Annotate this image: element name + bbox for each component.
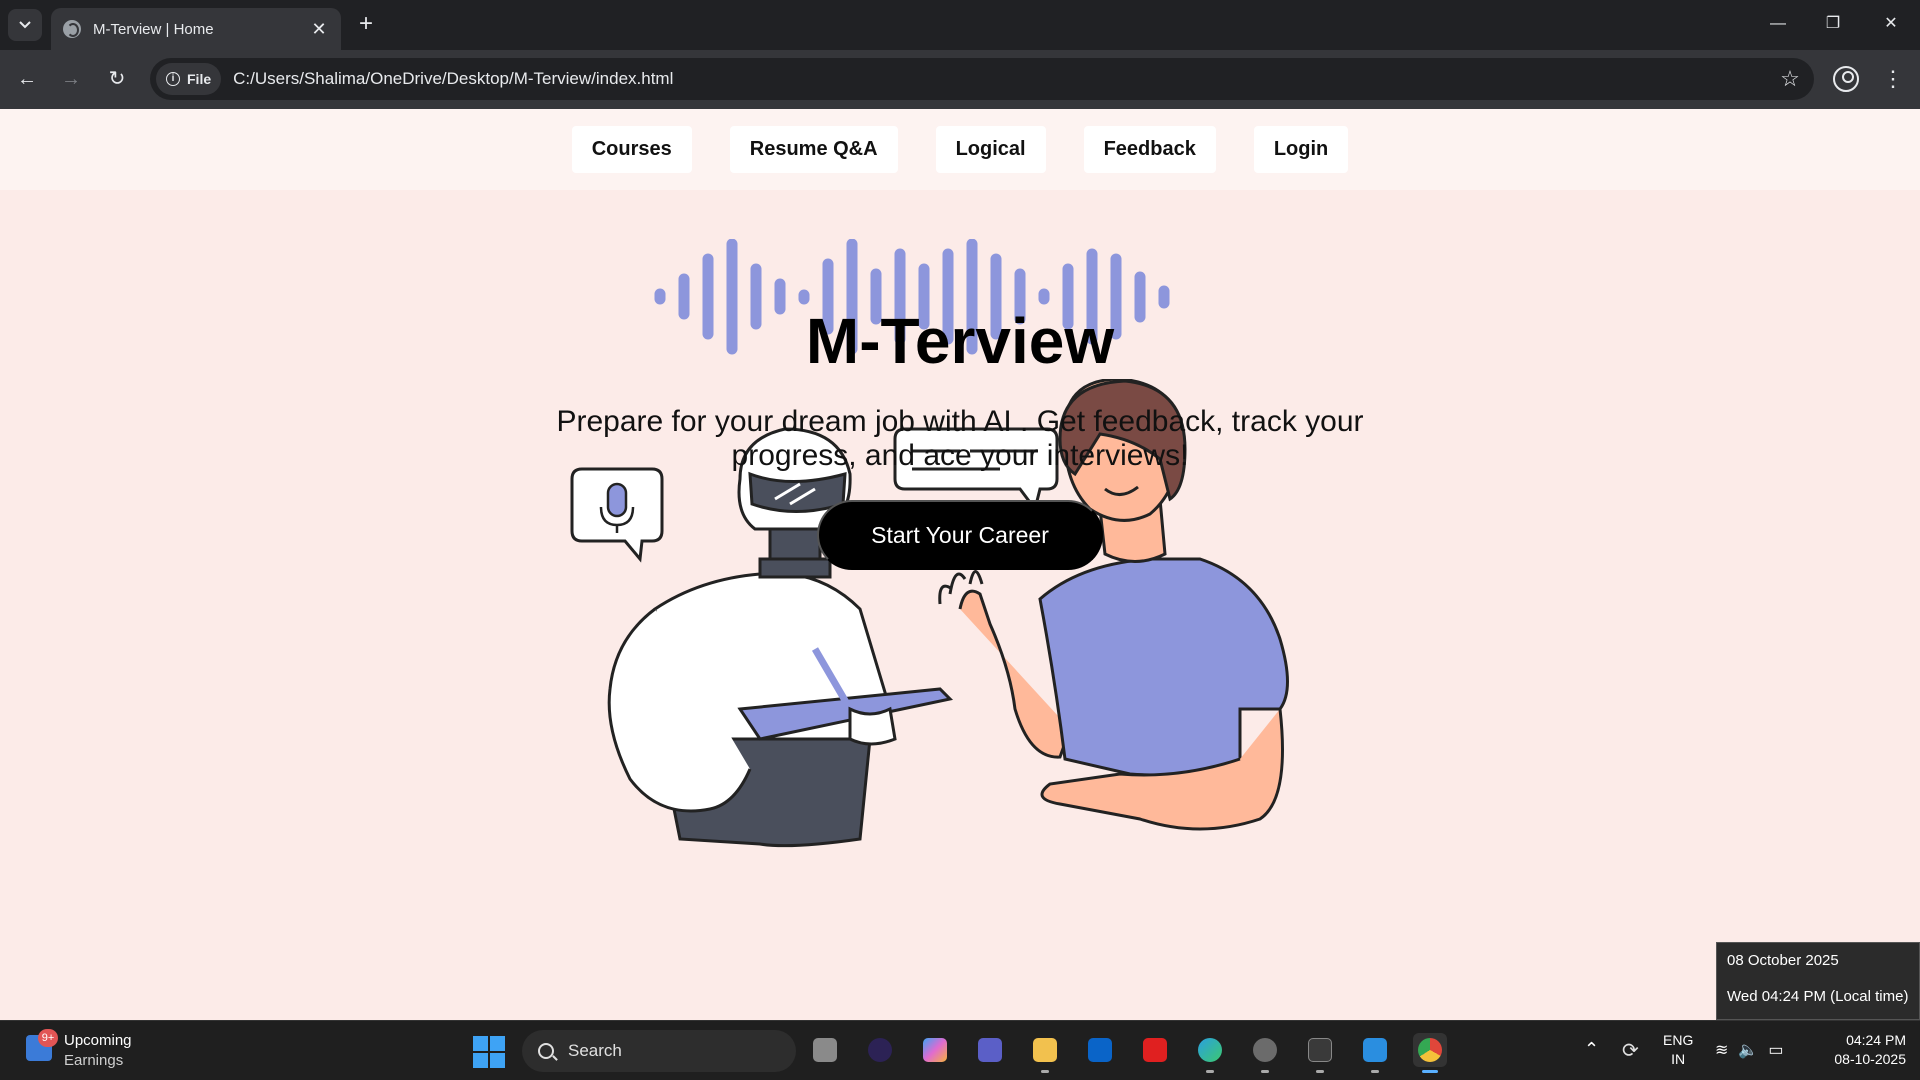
battery-icon: ▭ [1768,1042,1794,1059]
widgets-button[interactable]: Upcoming Earnings [64,1031,132,1071]
more-menu-icon[interactable]: ⋮ [1882,64,1904,94]
chrome-icon[interactable] [1413,1033,1447,1073]
hero-subtitle: Prepare for your dream job with AI . Get… [556,405,1364,472]
search-placeholder: Search [568,1041,622,1060]
bookmark-star-icon[interactable]: ☆ [1772,66,1808,92]
tab-title: M-Terview | Home [93,20,214,38]
lang-top: ENG [1663,1032,1694,1048]
back-arrow-icon[interactable]: ← [12,64,42,94]
volume-icon: 🔈 [1738,1042,1769,1059]
taskbar-clock[interactable]: 04:24 PM 08-10-2025 [1806,1031,1906,1069]
youtube-icon[interactable] [1138,1033,1172,1067]
microphone-bubble-icon [570,467,664,563]
new-tab-button[interactable]: + [352,10,380,38]
nav-feedback[interactable]: Feedback [1083,126,1216,173]
start-career-button[interactable]: Start Your Career [817,500,1103,570]
wifi-icon: ≋ [1715,1042,1739,1059]
settings-gear-icon[interactable] [1248,1033,1282,1073]
hero-title: M-Terview [805,305,1115,377]
nav-logical[interactable]: Logical [935,126,1046,173]
teams-icon[interactable] [973,1033,1007,1067]
browser-tab-strip: M-Terview | Home ✕ + — ❐ ✕ [0,0,1920,50]
outlook-icon[interactable] [1083,1033,1117,1067]
nav-courses[interactable]: Courses [571,126,692,173]
tray-overflow-chevron-icon[interactable]: ⌃ [1584,1039,1599,1060]
vscode-icon[interactable] [1358,1033,1392,1073]
nav-login[interactable]: Login [1253,126,1349,173]
network-volume-battery-icons[interactable]: ≋🔈▭ [1715,1040,1793,1060]
taskbar-search[interactable]: Search [522,1030,796,1072]
browser-tab-active[interactable]: M-Terview | Home ✕ [51,8,341,50]
windows-taskbar: 9+ Upcoming Earnings Search ⌃ ⟳ ENG IN ≋… [0,1020,1920,1080]
clock-date: 08-10-2025 [1834,1051,1906,1067]
tooltip-date: 08 October 2025 [1727,952,1839,969]
datetime-tooltip: 08 October 2025 Wed 04:24 PM (Local time… [1716,942,1920,1020]
tooltip-time: Wed 04:24 PM (Local time) [1727,988,1909,1005]
edge-icon[interactable] [1193,1033,1227,1073]
globe-icon [63,20,81,38]
restore-icon[interactable]: ❐ [1818,10,1848,38]
search-icon [538,1043,554,1059]
tab-search-button[interactable] [8,9,42,41]
minimize-icon[interactable]: — [1763,10,1793,38]
info-icon: i [166,72,180,86]
sync-icon[interactable]: ⟳ [1622,1038,1639,1063]
clock-time: 04:24 PM [1846,1032,1906,1048]
address-bar[interactable]: i File C:/Users/Shalima/OneDrive/Desktop… [150,58,1814,100]
file-explorer-icon[interactable] [1028,1033,1062,1073]
reload-icon[interactable]: ↻ [102,64,132,94]
language-indicator[interactable]: ENG IN [1663,1031,1693,1069]
lang-bottom: IN [1671,1051,1686,1067]
close-window-icon[interactable]: ✕ [1876,10,1906,38]
terminal-icon[interactable] [1303,1033,1337,1073]
chevron-down-icon [19,21,31,29]
site-info-chip[interactable]: i File [156,63,222,95]
task-view-icon[interactable] [808,1033,842,1067]
widget-title: Upcoming [64,1032,132,1049]
page-content: Courses Resume Q&A Logical Feedback Logi… [0,109,1920,1020]
profile-icon[interactable] [1833,66,1859,92]
forward-arrow-icon[interactable]: → [56,64,86,94]
site-navbar: Courses Resume Q&A Logical Feedback Logi… [0,109,1920,190]
close-tab-icon[interactable]: ✕ [309,19,329,40]
widget-subtitle: Earnings [64,1052,124,1069]
notification-badge: 9+ [38,1029,58,1047]
url-text[interactable]: C:/Users/Shalima/OneDrive/Desktop/M-Terv… [233,69,1772,89]
windows-start-icon[interactable] [473,1036,505,1068]
browser-toolbar: ← → ↻ i File C:/Users/Shalima/OneDrive/D… [0,50,1920,109]
eclipse-icon[interactable] [863,1033,897,1067]
nav-resume-qa[interactable]: Resume Q&A [729,126,898,173]
site-chip-label: File [187,71,212,87]
copilot-icon[interactable] [918,1033,952,1067]
